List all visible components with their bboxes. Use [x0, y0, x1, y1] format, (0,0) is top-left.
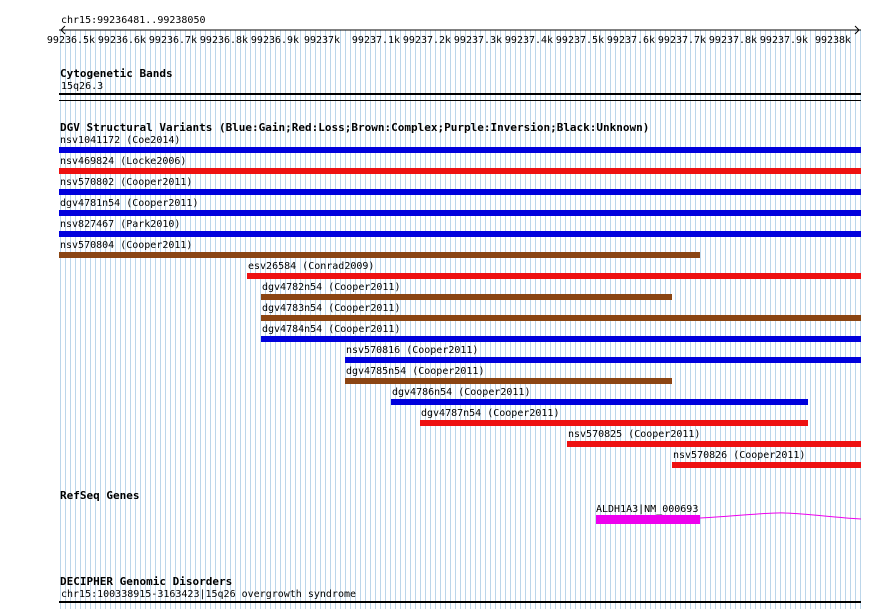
gene-label[interactable]: ALDH1A3|NM_000693: [596, 504, 698, 515]
dgv-variant-bar[interactable]: [59, 231, 861, 237]
decipher-track-title[interactable]: DECIPHER Genomic Disorders: [60, 576, 232, 588]
dgv-variant-bar[interactable]: [261, 315, 861, 321]
cytoband-track-title[interactable]: Cytogenetic Bands: [60, 68, 173, 80]
ruler-tick-label: 99237.8k: [708, 35, 758, 46]
dgv-variant-bar[interactable]: [391, 399, 808, 405]
ruler-tick-label: 99237.2k: [402, 35, 452, 46]
dgv-variant-bar[interactable]: [345, 378, 672, 384]
dgv-variant-label[interactable]: nsv570825 (Cooper2011): [568, 429, 700, 440]
dgv-variant-bar[interactable]: [261, 294, 672, 300]
ruler-tick-label: 99237.3k: [453, 35, 503, 46]
ruler-tick-label: 99236.5k: [46, 35, 96, 46]
cytoband-bar[interactable]: [59, 93, 861, 95]
dgv-variant-label[interactable]: nsv570802 (Cooper2011): [60, 177, 192, 188]
dgv-variant-bar[interactable]: [345, 357, 861, 363]
ruler-tick-label: 99236.7k: [148, 35, 198, 46]
dgv-variant-label[interactable]: nsv469824 (Locke2006): [60, 156, 186, 167]
dgv-track-title[interactable]: DGV Structural Variants (Blue:Gain;Red:L…: [60, 122, 649, 134]
ruler-tick-label: 99237.4k: [504, 35, 554, 46]
decipher-entry[interactable]: chr15:100338915-3163423|15q26 overgrowth…: [61, 589, 356, 600]
dgv-variant-label[interactable]: dgv4781n54 (Cooper2011): [60, 198, 198, 209]
dgv-variant-label[interactable]: dgv4784n54 (Cooper2011): [262, 324, 400, 335]
ruler-tick-label: 99237.5k: [555, 35, 605, 46]
refseq-track-title[interactable]: RefSeq Genes: [60, 490, 139, 502]
ruler-tick-label: 99237.7k: [657, 35, 707, 46]
dgv-variant-label[interactable]: nsv827467 (Park2010): [60, 219, 180, 230]
ruler-tick-label: 99238k: [814, 35, 852, 46]
dgv-variant-label[interactable]: nsv570804 (Cooper2011): [60, 240, 192, 251]
gene-intron-line[interactable]: [700, 510, 862, 524]
dgv-variant-label[interactable]: dgv4782n54 (Cooper2011): [262, 282, 400, 293]
ruler-tick-label: 99237.6k: [606, 35, 656, 46]
ruler-tick-label: 99237.9k: [759, 35, 809, 46]
ruler-tick-label: 99236.9k: [250, 35, 300, 46]
dgv-variant-label[interactable]: dgv4787n54 (Cooper2011): [421, 408, 559, 419]
ruler-tick-label: 99236.8k: [199, 35, 249, 46]
dgv-variant-label[interactable]: dgv4785n54 (Cooper2011): [346, 366, 484, 377]
dgv-variant-bar[interactable]: [59, 168, 861, 174]
cytoband-label: 15q26.3: [61, 81, 104, 92]
dgv-variant-label[interactable]: nsv570816 (Cooper2011): [346, 345, 478, 356]
dgv-variant-label[interactable]: dgv4783n54 (Cooper2011): [262, 303, 400, 314]
track-divider: [59, 100, 861, 101]
dgv-variant-label[interactable]: nsv1041172 (Coe2014): [60, 135, 180, 146]
dgv-variant-bar[interactable]: [247, 273, 861, 279]
ruler-tick-label: 99237k: [303, 35, 341, 46]
decipher-bar[interactable]: [59, 601, 861, 603]
dgv-variant-bar[interactable]: [59, 252, 700, 258]
ruler-tick-label: 99236.6k: [97, 35, 147, 46]
dgv-variant-label[interactable]: esv26584 (Conrad2009): [248, 261, 374, 272]
ruler-tick-label: 99237.1k: [351, 35, 401, 46]
dgv-variant-label[interactable]: dgv4786n54 (Cooper2011): [392, 387, 530, 398]
dgv-variant-bar[interactable]: [59, 189, 861, 195]
dgv-variant-bar[interactable]: [420, 420, 808, 426]
dgv-variant-bar[interactable]: [261, 336, 861, 342]
dgv-variant-bar[interactable]: [672, 462, 861, 468]
dgv-variant-label[interactable]: nsv570826 (Cooper2011): [673, 450, 805, 461]
gene-exon[interactable]: [596, 515, 700, 524]
dgv-variant-bar[interactable]: [59, 147, 861, 153]
dgv-variant-bar[interactable]: [567, 441, 861, 447]
dgv-variant-bar[interactable]: [59, 210, 861, 216]
